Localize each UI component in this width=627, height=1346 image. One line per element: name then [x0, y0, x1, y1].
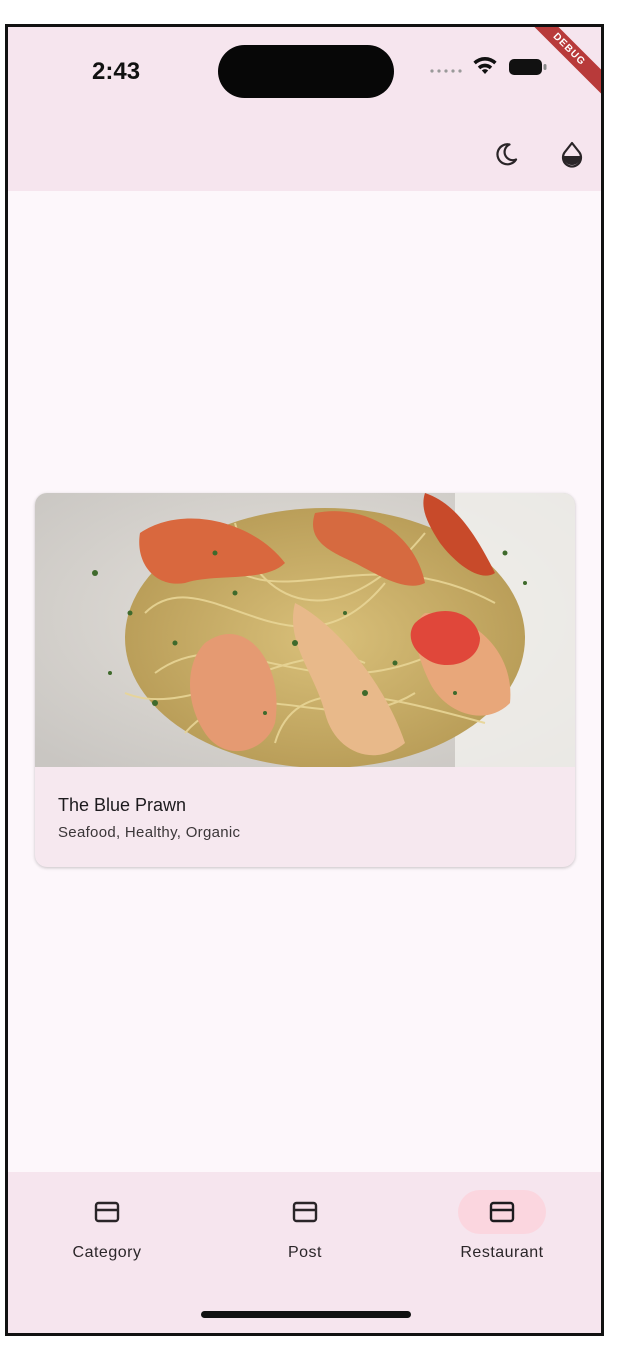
nav-item-category[interactable]: Category	[8, 1172, 206, 1292]
theme-color-button[interactable]	[555, 137, 589, 171]
restaurant-name: The Blue Prawn	[58, 795, 187, 815]
card-icon	[94, 1201, 120, 1223]
restaurant-card[interactable]: The Blue Prawn Seafood, Healthy, Organic	[35, 493, 575, 867]
moon-icon	[496, 143, 518, 166]
restaurant-tags: Seafood, Healthy, Organic	[58, 824, 241, 841]
phone-screen: 2:43 DEBUG The Blue Prawn Seafood, Healt…	[5, 24, 604, 1336]
nav-indicator	[63, 1190, 151, 1234]
dark-mode-button[interactable]	[489, 137, 523, 171]
dynamic-island	[218, 45, 394, 98]
nav-label-post: Post	[287, 1244, 322, 1261]
nav-item-post[interactable]: Post	[206, 1172, 404, 1292]
nav-indicator	[261, 1190, 349, 1234]
card-icon	[489, 1201, 515, 1223]
app-bar: 2:43 DEBUG	[8, 27, 601, 191]
bottom-navigation-bar: Category Post Restaurant	[8, 1172, 601, 1333]
drop-icon	[561, 141, 583, 168]
nav-item-restaurant[interactable]: Restaurant	[403, 1172, 601, 1292]
status-time: 2:43	[92, 58, 141, 85]
nav-indicator-active	[458, 1190, 546, 1234]
wifi-icon	[473, 57, 497, 74]
battery-icon	[509, 59, 547, 75]
signal-dots-icon	[430, 69, 462, 73]
card-icon	[292, 1201, 318, 1223]
seafood-pasta-photo	[35, 493, 575, 767]
home-indicator[interactable]	[201, 1311, 411, 1318]
nav-label-category: Category	[72, 1244, 142, 1261]
nav-label-restaurant: Restaurant	[460, 1244, 544, 1261]
